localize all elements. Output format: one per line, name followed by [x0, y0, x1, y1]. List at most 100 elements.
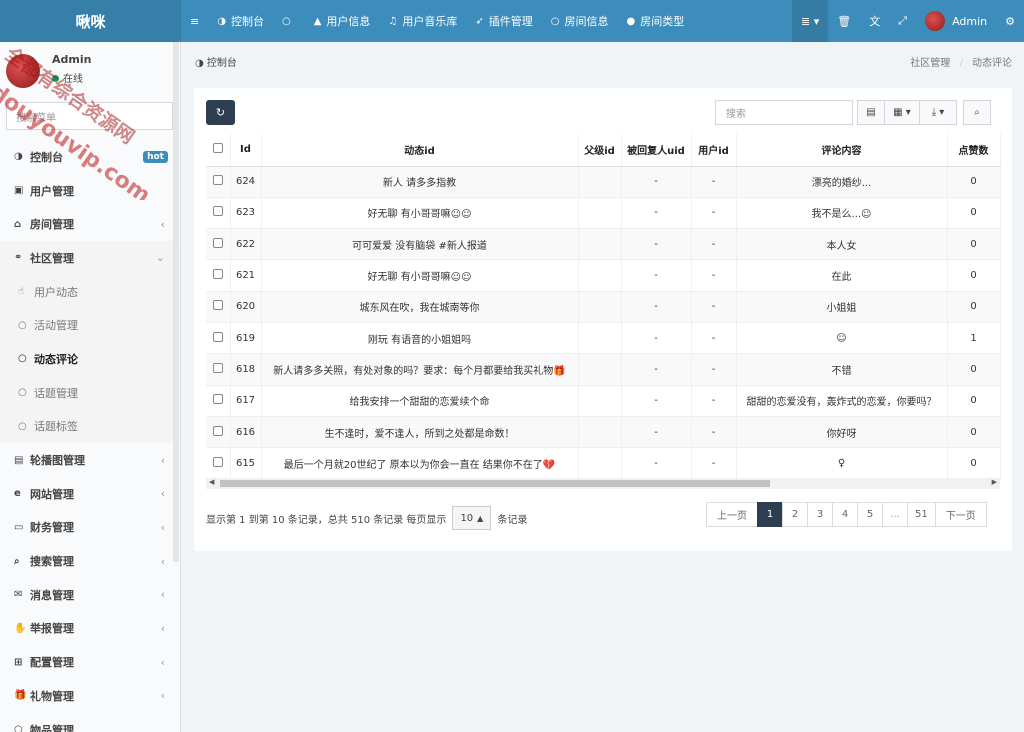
sidebar-item-topics[interactable]: ○ 话题管理 [0, 376, 180, 410]
select-all-checkbox[interactable] [206, 134, 231, 167]
prev-page-button[interactable]: 上一页 [706, 502, 758, 527]
sidebar-item-dashboard[interactable]: ◑ 控制台 hot [0, 140, 180, 174]
table-row[interactable]: 621 好无聊 有小哥哥嘛☺☺ - - 在此 0 [206, 259, 1001, 292]
table-cell: - [621, 291, 692, 323]
row-checkbox[interactable] [206, 259, 231, 292]
sidebar-item-gifts[interactable]: 🎁 礼物管理 ‹ [0, 679, 180, 713]
table-row[interactable]: 615 最后一个月就20世纪了 原本以为你会一直在 结果你不在了💔 - - ♀ 0 [206, 447, 1001, 480]
sidebar-item-search[interactable]: ⌕ 搜索管理 ‹ [0, 544, 180, 578]
table-row[interactable]: 616 生不逢时，爱不逢人，所到之处都是命数！ - - 你好呀 0 [206, 416, 1001, 449]
table-cell: 0 [947, 197, 1001, 230]
sidebar-item-messages[interactable]: ✉ 消息管理 ‹ [0, 578, 180, 612]
page-button[interactable]: 51 [907, 502, 936, 527]
column-header[interactable]: Id [230, 134, 262, 167]
circle-filled-icon: ● [626, 15, 636, 27]
column-header[interactable]: 用户id [691, 134, 737, 167]
table-search-input[interactable]: 搜索 [715, 100, 853, 125]
sidebar-item-users[interactable]: ▣ 用户管理 [0, 174, 180, 208]
sidebar-item-website[interactable]: e 网站管理 ‹ [0, 477, 180, 511]
row-checkbox[interactable] [206, 228, 231, 261]
image-icon: ▤ [14, 454, 24, 466]
fullscreen-button[interactable]: ⤢ [889, 0, 916, 42]
page-button[interactable]: 3 [807, 502, 833, 527]
table-cell: 新人 请多多指教 [261, 166, 579, 198]
tab-label: 用户信息 [326, 15, 371, 28]
column-header[interactable]: 点赞数 [947, 134, 1001, 167]
export-button[interactable]: ⤓ ▾ [919, 100, 957, 125]
sidebar-item-carousel[interactable]: ▤ 轮播图管理 ‹ [0, 443, 180, 477]
row-checkbox[interactable] [206, 385, 231, 417]
row-checkbox[interactable] [206, 291, 231, 323]
language-button[interactable]: 文 [860, 0, 889, 42]
table-row[interactable]: 623 好无聊 有小哥哥嘛☺☺ - - 我不是么...☺ 0 [206, 197, 1001, 230]
table-cell: - [621, 259, 692, 292]
sidebar-scrollbar[interactable] [173, 42, 179, 562]
toggle-view-button[interactable]: ▤ [857, 100, 885, 125]
brand-logo[interactable]: 啾咪 [0, 0, 181, 42]
sidebar-item-rooms[interactable]: ⌂ 房间管理 ‹ [0, 207, 180, 241]
sidebar-item-topic-tags[interactable]: ○ 话题标签 [0, 410, 180, 444]
table-row[interactable]: 624 新人 请多多指教 - - 漂亮的婚纱... 0 [206, 166, 1001, 198]
user-icon: ▣ [14, 185, 24, 197]
row-checkbox[interactable] [206, 416, 231, 449]
sidebar-search-input[interactable]: 搜索菜单 [6, 102, 173, 130]
row-checkbox[interactable] [206, 353, 231, 386]
tab-label: 控制台 [230, 15, 264, 28]
tab-plugins[interactable]: ➶ 插件管理 [466, 0, 541, 42]
next-page-button[interactable]: 下一页 [934, 502, 987, 527]
sidebar-item-user-posts[interactable]: ☝ 用户动态 [0, 275, 180, 309]
table-row[interactable]: 619 刚玩 有语音的小姐姐吗 - - ☺ 1 [206, 322, 1001, 355]
page-size-select[interactable]: 10 ▲ [452, 506, 492, 530]
gears-icon: ⚙ [1005, 14, 1015, 28]
tab-dashboard[interactable]: ◑ 控制台 [208, 0, 273, 42]
sidebar-item-reports[interactable]: ✋ 举报管理 ‹ [0, 612, 180, 646]
column-header[interactable]: 父级id [578, 134, 622, 167]
user-menu[interactable]: Admin [916, 0, 996, 42]
column-header[interactable]: 评论内容 [736, 134, 948, 167]
page-button[interactable]: 2 [782, 502, 808, 527]
table-row[interactable]: 617 给我安排一个甜甜的恋爱续个命 - - 甜甜的恋爱没有，轰炸式的恋爱，你要吗？ 0 [206, 385, 1001, 417]
sidebar-item-config[interactable]: ⊞ 配置管理 ‹ [0, 645, 180, 679]
tab-circle[interactable]: ○ [273, 0, 305, 42]
table-row[interactable]: 620 城东风在吹，我在城南等你 - - 小姐姐 0 [206, 291, 1001, 323]
table-horizontal-scrollbar[interactable]: ◀ ▶ [206, 478, 1000, 489]
menu-toggle-button[interactable]: ≡ [181, 0, 208, 42]
breadcrumb: 社区管理 / 动态评论 [910, 54, 1012, 69]
table-cell: 0 [947, 166, 1001, 198]
advanced-search-button[interactable]: ⌕ [963, 100, 991, 125]
refresh-button[interactable]: ↻ [206, 100, 235, 125]
tab-user-music[interactable]: ♫ 用户音乐库 [379, 0, 466, 42]
table-cell: 我不是么...☺ [736, 197, 948, 230]
sidebar-item-post-comments[interactable]: ○ 动态评论 [0, 342, 180, 376]
community-submenu: ☝ 用户动态 ○ 活动管理 ○ 动态评论 ○ 话题管理 ○ 话题标签 [0, 274, 180, 444]
table-cell: - [691, 259, 737, 292]
tab-room-info[interactable]: ○ 房间信息 [542, 0, 618, 42]
sidebar-item-items[interactable]: ○ 物品管理 [0, 713, 180, 732]
page-button[interactable]: 4 [832, 502, 858, 527]
row-checkbox[interactable] [206, 197, 231, 230]
table-row[interactable]: 622 可可爱爱 没有脑袋 #新人报道 - - 本人女 0 [206, 228, 1001, 261]
column-header[interactable]: 动态id [261, 134, 579, 167]
user-icon: ▲ [313, 15, 322, 27]
tab-room-type[interactable]: ● 房间类型 [617, 0, 693, 42]
sidebar-item-finance[interactable]: ▭ 财务管理 ‹ [0, 511, 180, 545]
more-menu-button[interactable]: ≣ ▾ [792, 0, 829, 42]
clear-cache-button[interactable]: 🗑 [828, 0, 860, 42]
row-checkbox[interactable] [206, 322, 231, 355]
table-row[interactable]: 618 新人请多多关照，有处对象的吗？要求：每个月都要给我买礼物🎁 - - 不错 0 [206, 353, 1001, 386]
page-button[interactable]: 5 [857, 502, 883, 527]
sidebar-item-activities[interactable]: ○ 活动管理 [0, 308, 180, 342]
scrollbar-thumb[interactable] [220, 480, 770, 487]
page-button[interactable]: 1 [757, 502, 783, 527]
sidebar-item-label: 活动管理 [34, 319, 78, 333]
settings-button[interactable]: ⚙ [996, 0, 1024, 42]
row-checkbox[interactable] [206, 166, 231, 198]
columns-button[interactable]: ▦ ▾ [884, 100, 920, 125]
table-cell: 刚玩 有语音的小姐姐吗 [261, 322, 579, 355]
table-cell: 城东风在吹，我在城南等你 [261, 291, 579, 323]
column-header[interactable]: 被回复人uid [621, 134, 692, 167]
sidebar-item-community[interactable]: ⚭ 社区管理 ⌄ [0, 241, 180, 275]
row-checkbox[interactable] [206, 447, 231, 480]
tab-user-info[interactable]: ▲ 用户信息 [305, 0, 380, 42]
breadcrumb-parent[interactable]: 社区管理 [910, 58, 950, 69]
